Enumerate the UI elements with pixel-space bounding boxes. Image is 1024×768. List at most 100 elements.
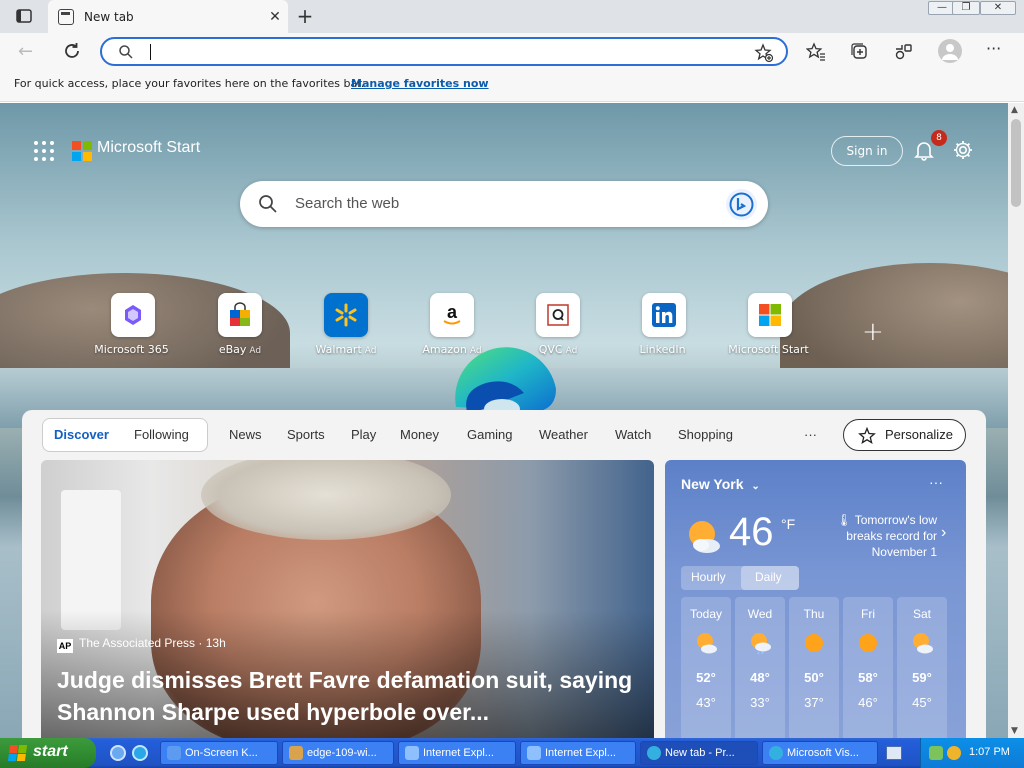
network-icon[interactable]	[929, 746, 943, 760]
favorites-icon[interactable]	[806, 42, 826, 62]
forecast-low: 37°	[804, 695, 824, 710]
taskbar-item-edge-installer[interactable]: edge-109-wi...	[282, 741, 394, 765]
clock: 1:07 PM	[969, 746, 1010, 758]
add-quick-link-button[interactable]: +	[862, 317, 884, 347]
weather-more-button[interactable]: ···	[929, 474, 943, 490]
quick-link-microsoft-start[interactable]: Microsoft Start	[715, 293, 825, 356]
forecast-day-name: Fri	[861, 607, 875, 621]
tab-news[interactable]: News	[229, 427, 262, 442]
partly-cloudy-icon	[689, 521, 720, 553]
search-placeholder: Search the web	[295, 195, 400, 212]
new-tab-favicon-icon	[58, 8, 74, 25]
article-headline[interactable]: Judge dismisses Brett Favre defamation s…	[57, 664, 637, 728]
web-search-box[interactable]: Search the web	[240, 181, 768, 227]
taskbar-item-internet-explorer-2[interactable]: Internet Expl...	[520, 741, 636, 765]
tab-hourly[interactable]: Hourly	[691, 570, 726, 584]
weather-card[interactable]: New York ⌄ ··· 46 °F 🌡 Tomorrow's low bre…	[665, 460, 966, 738]
tab-watch[interactable]: Watch	[615, 427, 651, 442]
temperature-unit[interactable]: °F	[781, 516, 795, 532]
taskbar-item-internet-explorer-1[interactable]: Internet Expl...	[398, 741, 516, 765]
forecast-low: 33°	[750, 695, 770, 710]
profile-avatar[interactable]	[938, 39, 962, 63]
forecast-day[interactable]: Sat 59° 45°	[897, 597, 947, 738]
settings-more-button[interactable]: ···	[986, 39, 1001, 58]
hero-article-card[interactable]: AP The Associated Press · 13h Judge dismi…	[41, 460, 654, 738]
new-tab-page: Microsoft Start Sign in 8 Search the web…	[0, 103, 1008, 738]
taskbar-item-label: Microsoft Vis...	[787, 747, 859, 759]
forecast-day[interactable]: Today 52° 43°	[681, 597, 731, 738]
forecast-day[interactable]: Thu 50° 37°	[789, 597, 839, 738]
taskbar-item-microsoft-visual[interactable]: Microsoft Vis...	[762, 741, 878, 765]
windows-flag-icon	[7, 745, 28, 761]
tab-weather[interactable]: Weather	[539, 427, 588, 442]
microsoft-365-icon	[111, 293, 155, 337]
refresh-button[interactable]	[60, 39, 84, 63]
close-window-button[interactable]: ✕	[980, 1, 1016, 15]
quick-link-linkedin[interactable]: LinkedIn	[609, 293, 719, 356]
partly-cloudy-icon	[913, 633, 933, 654]
forecast-day[interactable]: Fri 58° 46°	[843, 597, 893, 738]
scroll-up-arrow-icon[interactable]: ▲	[1011, 105, 1018, 115]
article-source-text: The Associated Press · 13h	[79, 636, 226, 650]
address-bar[interactable]	[100, 37, 788, 66]
forecast-low: 46°	[858, 695, 878, 710]
forecast-high: 52°	[696, 670, 716, 685]
tab-shopping[interactable]: Shopping	[678, 427, 733, 442]
tab-discover[interactable]: Discover	[54, 427, 109, 442]
app-launcher-button[interactable]	[34, 141, 54, 161]
scroll-down-arrow-icon[interactable]: ▼	[1011, 726, 1018, 736]
sunny-icon	[805, 634, 823, 652]
bing-chat-button[interactable]	[726, 189, 757, 220]
quick-link-label: LinkedIn	[639, 343, 686, 356]
feed-more-button[interactable]: ···	[804, 427, 817, 442]
sign-in-button[interactable]: Sign in	[831, 136, 903, 166]
extensions-icon[interactable]	[894, 42, 914, 62]
quick-launch-ie-icon[interactable]	[110, 745, 126, 761]
page-scrollbar[interactable]: ▲ ▼	[1008, 103, 1024, 738]
tab-money[interactable]: Money	[400, 427, 439, 442]
hero-background-sign	[61, 490, 121, 630]
tab-sports[interactable]: Sports	[287, 427, 325, 442]
user-icon	[942, 44, 958, 60]
browser-tab[interactable]: New tab ✕	[48, 0, 288, 33]
edge-logo-icon	[455, 347, 556, 415]
scrollbar-thumb[interactable]	[1011, 119, 1021, 207]
taskbar-item-new-tab-edge[interactable]: New tab - Pr...	[640, 741, 758, 765]
taskbar-item-label: New tab - Pr...	[665, 747, 735, 759]
tab-actions-icon	[16, 9, 32, 23]
start-button[interactable]: start	[0, 738, 96, 768]
forecast-high: 50°	[804, 670, 824, 685]
quick-link-walmart[interactable]: Walmart Ad	[291, 293, 401, 356]
tab-daily[interactable]: Daily	[755, 570, 782, 584]
keyboard-tray-icon[interactable]	[886, 746, 902, 760]
walmart-icon	[324, 293, 368, 337]
tab-following[interactable]: Following	[134, 427, 189, 442]
tab-gaming[interactable]: Gaming	[467, 427, 513, 442]
edge-app-icon	[647, 746, 661, 760]
maximize-button[interactable]: ❐	[952, 1, 980, 15]
taskbar-item-on-screen-keyboard[interactable]: On-Screen K...	[160, 741, 278, 765]
brand-title[interactable]: Microsoft Start	[97, 139, 200, 157]
tab-close-button[interactable]: ✕	[262, 9, 288, 25]
microsoft-logo-icon	[72, 141, 92, 161]
quick-launch-edge-icon[interactable]	[132, 745, 148, 761]
refresh-icon	[65, 43, 79, 58]
add-favorite-icon[interactable]	[754, 43, 774, 63]
arrow-left-icon: ←	[18, 41, 34, 62]
new-tab-button[interactable]: +	[292, 4, 318, 28]
collections-icon[interactable]	[850, 42, 870, 62]
security-shield-icon[interactable]	[947, 746, 961, 760]
tab-actions-button[interactable]	[12, 6, 36, 26]
weather-city-selector[interactable]: New York ⌄	[681, 476, 760, 492]
chevron-right-icon[interactable]: ›	[941, 524, 946, 542]
quick-link-ebay[interactable]: eBay Ad	[185, 293, 295, 356]
search-icon	[259, 195, 277, 213]
forecast-day[interactable]: Wed 48° 33°	[735, 597, 785, 738]
quick-link-microsoft-365[interactable]: Microsoft 365	[78, 293, 188, 356]
weather-alert-note[interactable]: 🌡 Tomorrow's low breaks record for Novemb…	[825, 512, 937, 560]
page-settings-gear-icon[interactable]	[952, 139, 974, 161]
tab-play[interactable]: Play	[351, 427, 376, 442]
back-button[interactable]: ←	[18, 41, 33, 62]
personalize-button[interactable]: Personalize	[843, 419, 966, 451]
manage-favorites-link[interactable]: Manage favorites now	[351, 70, 489, 98]
